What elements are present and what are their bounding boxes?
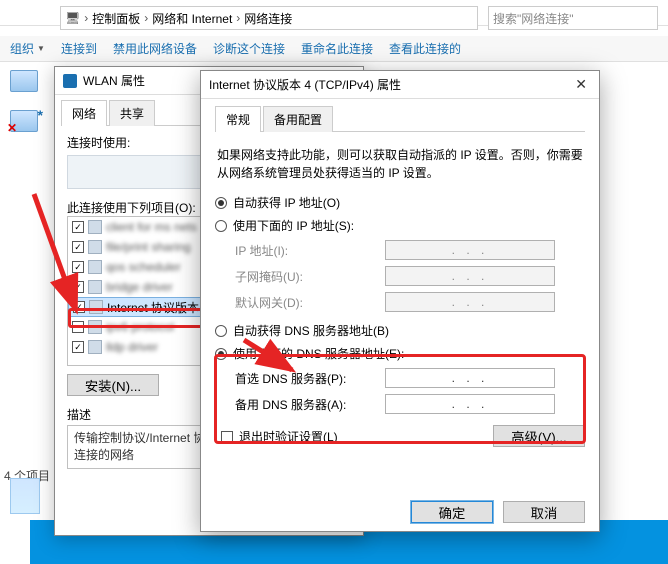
protocol-icon: [88, 340, 102, 354]
ip-address-field: . . .: [385, 240, 555, 260]
protocol-icon: [88, 260, 102, 274]
toolbar: 组织▼ 连接到 禁用此网络设备 诊断这个连接 重命名此连接 查看此连接的: [0, 36, 668, 62]
checkbox[interactable]: ✓: [72, 261, 84, 273]
annotation-highlight-box: [68, 308, 218, 328]
ipv4-tabs: 常规 备用配置: [215, 105, 585, 132]
network-icon: [63, 74, 77, 88]
annotation-highlight-box: [214, 354, 586, 444]
chevron-right-icon: ›: [144, 11, 148, 25]
radio-ip-auto[interactable]: 自动获得 IP 地址(O): [215, 194, 585, 211]
checkbox[interactable]: ✓: [72, 221, 84, 233]
monitor-icon: 🖥: [65, 11, 80, 25]
checkbox[interactable]: ✓: [72, 281, 84, 293]
tab-general[interactable]: 常规: [215, 106, 261, 132]
protocol-icon: [88, 220, 102, 234]
toolbar-viewstatus[interactable]: 查看此连接的: [389, 40, 461, 57]
close-icon[interactable]: ✕: [571, 76, 591, 93]
protocol-icon: [88, 280, 102, 294]
subnet-label: 子网掩码(U):: [235, 268, 385, 285]
dialog-title: Internet 协议版本 4 (TCP/IPv4) 属性: [209, 76, 571, 93]
toolbar-disable[interactable]: 禁用此网络设备: [113, 40, 197, 57]
radio-dns-auto[interactable]: 自动获得 DNS 服务器地址(B): [215, 322, 585, 339]
breadcrumb-part[interactable]: 网络和 Internet: [152, 10, 232, 27]
search-placeholder: 搜索"网络连接": [493, 10, 574, 27]
protocol-icon: [88, 240, 102, 254]
connection-icons: [10, 70, 50, 150]
breadcrumb-part[interactable]: 网络连接: [244, 10, 292, 27]
toolbar-rename[interactable]: 重命名此连接: [301, 40, 373, 57]
titlebar[interactable]: Internet 协议版本 4 (TCP/IPv4) 属性 ✕: [201, 71, 599, 99]
chevron-right-icon: ›: [236, 11, 240, 25]
tab-alternate[interactable]: 备用配置: [263, 106, 333, 132]
radio-icon: [215, 220, 227, 232]
breadcrumb[interactable]: 🖥 › 控制面板 › 网络和 Internet › 网络连接: [60, 6, 478, 30]
radio-icon: [215, 325, 227, 337]
tab-networking[interactable]: 网络: [61, 100, 107, 126]
toolbar-connect[interactable]: 连接到: [61, 40, 97, 57]
help-text: 如果网络支持此功能，则可以获取自动指派的 IP 设置。否则，你需要从网络系统管理…: [217, 146, 583, 182]
chevron-right-icon: ›: [84, 11, 88, 25]
radio-ip-manual[interactable]: 使用下面的 IP 地址(S):: [215, 217, 585, 234]
connection-icon-bluetooth-disabled[interactable]: [10, 110, 38, 132]
ip-address-label: IP 地址(I):: [235, 242, 385, 259]
toolbar-diagnose[interactable]: 诊断这个连接: [213, 40, 285, 57]
ipv4-properties-dialog: Internet 协议版本 4 (TCP/IPv4) 属性 ✕ 常规 备用配置 …: [200, 70, 600, 532]
tab-sharing[interactable]: 共享: [109, 100, 155, 126]
search-input[interactable]: 搜索"网络连接": [488, 6, 658, 30]
checkbox[interactable]: ✓: [72, 341, 84, 353]
cancel-button[interactable]: 取消: [503, 501, 585, 523]
connection-icon[interactable]: [10, 70, 38, 92]
install-button[interactable]: 安装(N)...: [67, 374, 159, 396]
ok-button[interactable]: 确定: [411, 501, 493, 523]
breadcrumb-part[interactable]: 控制面板: [92, 10, 140, 27]
radio-icon: [215, 197, 227, 209]
checkbox[interactable]: ✓: [72, 241, 84, 253]
gateway-field: . . .: [385, 292, 555, 312]
gateway-label: 默认网关(D):: [235, 294, 385, 311]
toolbar-organize[interactable]: 组织▼: [10, 40, 45, 57]
subnet-field: . . .: [385, 266, 555, 286]
desktop-icon: [10, 478, 40, 514]
